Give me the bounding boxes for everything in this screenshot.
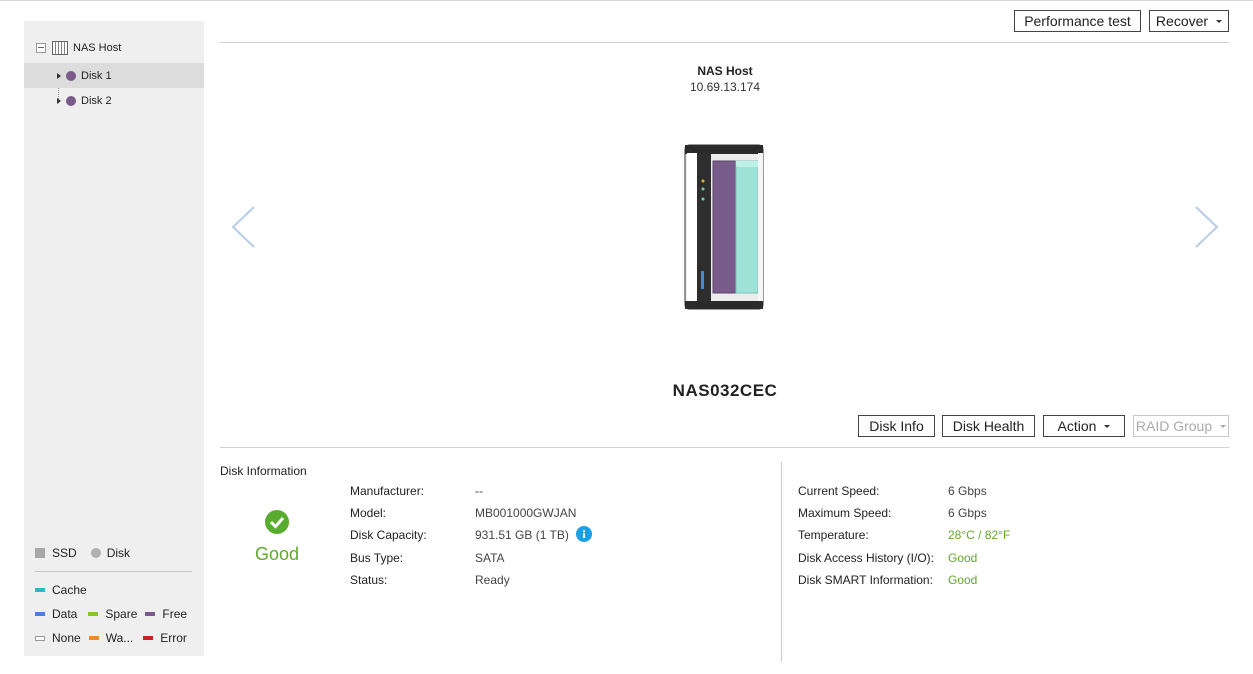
disk-smart-info-label: Disk SMART Information: [798,573,933,587]
bus-type-label: Bus Type: [350,551,404,565]
raid-group-dropdown-button: RAID Group [1133,415,1229,437]
disk-access-history-value[interactable]: Good [948,551,977,565]
disk-health-button[interactable]: Disk Health [942,415,1035,437]
disk-capacity-label: Disk Capacity: [350,528,427,542]
legend-type: SSD Disk [35,546,130,560]
current-speed-value: 6 Gbps [948,484,987,498]
collapse-icon[interactable] [36,43,46,53]
cache-color-icon [35,588,45,592]
legend-cache-label: Cache [52,583,87,597]
performance-test-button[interactable]: Performance test [1014,10,1141,32]
device-name: NAS Host [697,64,753,78]
tree-node-nas-host[interactable]: NAS Host [36,41,121,55]
legend-row-3: None Wa... Error [35,631,187,645]
model-name: NAS032CEC [672,381,778,400]
tree-node-label: Disk 2 [81,94,112,107]
tree-node-label: NAS Host [73,42,122,54]
legend-disk-label: Disk [106,546,131,560]
expand-icon[interactable] [57,97,61,104]
button-label: Disk Health [952,418,1025,434]
chevron-down-icon [1220,424,1227,428]
legend-error-label: Error [160,631,187,645]
disk-icon [66,95,76,106]
chevron-down-icon [1104,424,1111,428]
button-label: Action [1057,418,1097,434]
disk-icon [66,70,76,81]
model-value: MB001000GWJAN [475,506,577,520]
temperature-label: Temperature: [798,528,869,542]
legend-divider [35,571,192,572]
maximum-speed-label: Maximum Speed: [798,506,892,520]
nas-device-image [684,144,764,310]
free-color-icon [145,612,156,616]
button-label: Disk Info [869,418,924,434]
legend-row-2: Data Spare Free [35,607,187,621]
error-color-icon [143,636,154,640]
health-status-label: Good [254,544,300,564]
storage-tree-panel: NAS Host Disk 1 Disk 2 SSD Disk Cache Da… [24,21,204,656]
top-border [0,0,1253,1]
data-color-icon [35,612,45,616]
recover-dropdown-button[interactable]: Recover [1149,10,1229,32]
legend-spare-label: Spare [105,607,138,621]
bus-type-value: SATA [475,551,505,565]
button-label: Recover [1155,13,1209,29]
legend-none-label: None [52,631,81,645]
previous-arrow-icon[interactable] [229,205,257,249]
disk-info-button[interactable]: Disk Info [858,415,935,437]
button-label: Performance test [1024,13,1131,29]
device-ip: 10.69.13.174 [689,80,761,94]
chevron-down-icon [1216,19,1223,23]
legend-data-label: Data [52,607,78,621]
disk-access-history-label: Disk Access History (I/O): [798,551,935,565]
none-color-icon [35,635,45,641]
header-divider [220,42,1229,43]
expand-icon[interactable] [57,72,61,79]
legend-row-1: Cache [35,583,87,597]
legend-warning-label: Wa... [105,631,134,645]
info-icon[interactable] [576,526,592,542]
warning-color-icon [88,636,99,640]
manufacturer-value: -- [475,484,483,498]
action-dropdown-button[interactable]: Action [1043,415,1125,437]
legend-ssd-label: SSD [52,546,77,560]
spare-color-icon [88,612,99,616]
disk-capacity-value: 931.51 GB (1 TB) [475,528,569,542]
disk-circle-icon [90,548,101,558]
tree-node-label: Disk 1 [81,69,112,82]
ssd-square-icon [35,548,45,558]
temperature-value: 28°C / 82°F [948,528,1011,542]
next-arrow-icon[interactable] [1193,205,1221,249]
current-speed-label: Current Speed: [798,484,880,498]
model-label: Model: [350,506,387,520]
button-label: RAID Group [1135,418,1213,434]
status-label: Status: [350,573,388,587]
check-circle-icon [265,510,289,534]
section-title: Disk Information [220,464,307,478]
column-divider [781,462,782,662]
manufacturer-label: Manufacturer: [350,484,425,498]
status-value: Ready [475,573,510,587]
disk-smart-info-value[interactable]: Good [948,573,977,587]
tree-node-disk-1[interactable]: Disk 1 [24,63,204,88]
section-divider [220,447,1229,448]
nas-host-icon [52,41,68,55]
maximum-speed-value: 6 Gbps [948,506,987,520]
tree-node-disk-2[interactable]: Disk 2 [24,88,204,113]
legend-free-label: Free [162,607,188,621]
